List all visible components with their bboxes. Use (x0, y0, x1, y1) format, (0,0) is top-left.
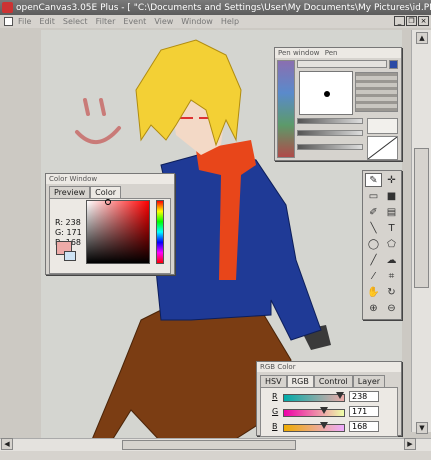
pen-window-pen-label: Pen (324, 49, 338, 57)
brush-tool-icon[interactable]: ✐ (365, 205, 382, 219)
menu-help[interactable]: Help (221, 17, 239, 26)
blue-slider-label: B (272, 422, 278, 431)
document-icon[interactable] (4, 17, 13, 26)
title-bar: openCanvas3.05E Plus - [ "C:\Documents a… (0, 0, 431, 15)
menu-edit[interactable]: Edit (39, 17, 55, 26)
rgb-sliders: R 238 G 171 B 168 (260, 387, 398, 437)
red-value-input[interactable]: 238 (349, 391, 379, 402)
hand-tool-icon[interactable]: ✋ (365, 286, 382, 300)
text-tool-icon[interactable]: T (383, 221, 400, 235)
close-button[interactable]: × (418, 16, 429, 26)
menu-select[interactable]: Select (63, 17, 88, 26)
menu-bar: File Edit Select Filter Event View Windo… (0, 15, 431, 28)
tab-layer[interactable]: Layer (352, 375, 386, 387)
smiley-doodle (75, 98, 121, 144)
menu-window[interactable]: Window (181, 17, 213, 26)
smudge-tool-icon[interactable]: ☁ (383, 254, 400, 268)
green-readout: G: 171 (55, 228, 82, 237)
move-tool-icon[interactable]: ✛ (383, 173, 400, 187)
pressure-curve-graph (367, 136, 398, 160)
crop-tool-icon[interactable]: ⌗ (383, 270, 400, 284)
color-window-tabs: Preview Color (49, 186, 171, 198)
color-picker-body: R: 238 G: 171 B: 168 (49, 198, 171, 274)
horizontal-scroll-thumb[interactable] (122, 440, 296, 450)
green-slider[interactable] (283, 407, 345, 417)
rotate-tool-icon[interactable]: ↻ (383, 286, 400, 300)
eyedropper-tool-icon[interactable]: ⁄ (365, 270, 382, 284)
status-bar (0, 451, 431, 460)
pen-density-slider[interactable] (297, 130, 363, 136)
color-window-title[interactable]: Color Window (46, 174, 174, 184)
gradient-tool-icon[interactable]: ▤ (383, 205, 400, 219)
red-slider[interactable] (283, 392, 345, 402)
vertical-scrollbar[interactable] (411, 30, 431, 432)
pen-tool-icon[interactable]: ✎ (365, 173, 382, 187)
pen-options-list[interactable] (355, 72, 398, 112)
green-slider-thumb[interactable] (320, 407, 329, 414)
vertical-scroll-thumb[interactable] (414, 148, 429, 288)
fill-tool-icon[interactable]: ■ (383, 189, 400, 203)
scroll-up-arrow-icon[interactable]: ▲ (416, 32, 428, 44)
pen-window-title-text: Pen window (278, 49, 320, 57)
scroll-right-arrow-icon[interactable]: ▶ (404, 438, 416, 450)
texture-swatch[interactable] (367, 118, 398, 134)
pen-window: Pen window Pen (274, 47, 402, 161)
green-slider-label: G (272, 407, 279, 416)
menu-file[interactable]: File (18, 17, 31, 26)
hue-slider[interactable] (156, 200, 164, 264)
color-cursor[interactable] (105, 199, 111, 205)
pen-size-presets[interactable] (297, 60, 387, 68)
scroll-down-arrow-icon[interactable]: ▼ (416, 422, 428, 434)
tab-control[interactable]: Control (313, 375, 353, 387)
pen-opacity-slider[interactable] (297, 118, 363, 124)
window-controls: _ ❐ × (394, 16, 429, 26)
menu-filter[interactable]: Filter (96, 17, 116, 26)
line-tool-icon[interactable]: ╲ (365, 221, 382, 235)
blue-value-input[interactable]: 168 (349, 421, 379, 432)
lasso-tool-icon[interactable]: ◯ (365, 237, 382, 251)
brush-preview (299, 71, 353, 115)
minimize-button[interactable]: _ (394, 16, 405, 26)
tab-hsv[interactable]: HSV (260, 375, 287, 387)
rgb-panel-title[interactable]: RGB Color (257, 362, 401, 372)
menu-event[interactable]: Event (123, 17, 146, 26)
tab-color[interactable]: Color (90, 186, 122, 198)
pen-blur-slider[interactable] (297, 144, 363, 150)
restore-button[interactable]: ❐ (406, 16, 417, 26)
red-slider-thumb[interactable] (335, 392, 344, 399)
scroll-left-arrow-icon[interactable]: ◀ (1, 438, 13, 450)
brush-dot (324, 91, 330, 97)
tab-preview[interactable]: Preview (49, 186, 91, 198)
blue-slider-thumb[interactable] (319, 422, 328, 429)
blue-slider[interactable] (283, 422, 345, 432)
app-icon (2, 2, 13, 13)
zoom-out-tool-icon[interactable]: ⊖ (383, 302, 400, 316)
blue-slider-row: B 168 (261, 421, 401, 434)
background-color-swatch[interactable] (64, 251, 76, 261)
pen-window-title[interactable]: Pen window Pen (275, 48, 401, 58)
rect-select-tool-icon[interactable]: ▭ (365, 189, 382, 203)
pressure-curve[interactable] (367, 136, 398, 160)
green-value-input[interactable]: 171 (349, 406, 379, 417)
horizontal-scrollbar[interactable] (0, 438, 431, 451)
save-pen-icon[interactable] (389, 60, 398, 69)
saturation-value-picker[interactable] (86, 199, 150, 264)
menu-view[interactable]: View (154, 17, 173, 26)
red-readout: R: 238 (55, 218, 81, 227)
tool-palette: ✎ ✛ ▭ ■ ✐ ▤ ╲ T ◯ ⬠ ╱ ☁ ⁄ ⌗ ✋ ↻ ⊕ ⊖ (362, 170, 402, 320)
window-title: openCanvas3.05E Plus - [ "C:\Documents a… (16, 2, 431, 13)
polygon-tool-icon[interactable]: ⬠ (383, 237, 400, 251)
zoom-in-tool-icon[interactable]: ⊕ (365, 302, 382, 316)
red-slider-row: R 238 (261, 391, 401, 404)
tab-rgb[interactable]: RGB (286, 375, 314, 387)
red-slider-label: R (272, 392, 278, 401)
green-slider-row: G 171 (261, 406, 401, 419)
color-window: Color Window Preview Color R: 238 G: 171… (45, 173, 175, 275)
ruler-tool-icon[interactable]: ╱ (365, 254, 382, 268)
rgb-panel-tabs: HSV RGB Control Layer (260, 375, 398, 387)
pen-type-list[interactable] (277, 60, 295, 158)
pen-settings (275, 58, 401, 162)
rgb-color-panel: RGB Color HSV RGB Control Layer R 238 G … (256, 361, 402, 437)
